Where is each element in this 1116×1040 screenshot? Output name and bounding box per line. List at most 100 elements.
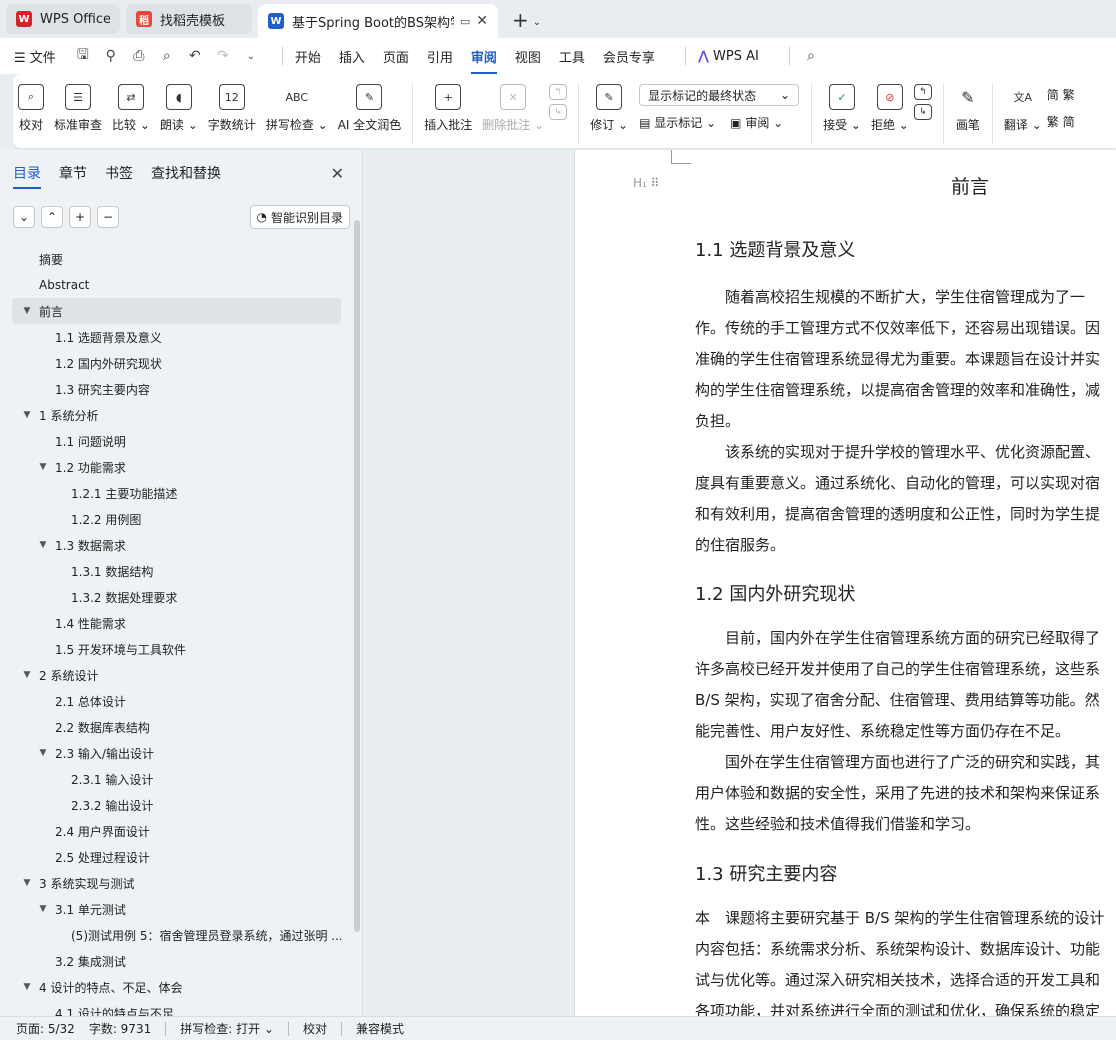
chevron-down-icon[interactable]: ⌄	[242, 47, 260, 65]
toc-item[interactable]: ▼ 4 设计的特点、不足、体会	[12, 974, 341, 1000]
menu-review[interactable]: 审阅	[470, 47, 497, 74]
comment-nav-button[interactable]: ↰ ↳	[549, 84, 568, 126]
remove-icon[interactable]: −	[97, 206, 119, 228]
print-preview-icon[interactable]: ⌕	[158, 47, 176, 65]
pen-button[interactable]: ✎ 画笔	[955, 84, 981, 133]
chevron-down-icon[interactable]: ⌄	[533, 17, 541, 28]
link-icon[interactable]: ⚲	[102, 47, 120, 65]
accept-button[interactable]: ✓ 接受 ⌄	[823, 84, 861, 133]
toc-item[interactable]: 2.2 数据库表结构	[12, 714, 341, 740]
toc-item[interactable]: ▼ 1.3 数据需求	[12, 532, 341, 558]
spell-check-status[interactable]: 拼写检查: 打开 ⌄	[180, 1020, 274, 1037]
toc-item[interactable]: 1.2.2 用例图	[12, 506, 341, 532]
toc-item[interactable]: ▼ 2.3 输入/输出设计	[12, 740, 341, 766]
word-count-button[interactable]: 12 字数统计	[208, 84, 256, 133]
undo-icon[interactable]: ↶	[186, 47, 204, 65]
smart-toc-button[interactable]: ◔ 智能识别目录	[249, 205, 350, 229]
save-icon[interactable]: 🖫	[74, 47, 92, 65]
menu-start[interactable]: 开始	[295, 47, 321, 66]
sidebar-scrollbar[interactable]	[354, 220, 360, 932]
display-state-select[interactable]: 显示标记的最终状态 ⌄	[639, 84, 800, 106]
caret-down-icon[interactable]: ▼	[20, 878, 34, 888]
simplified-traditional-button[interactable]: 简 繁繁 简	[1047, 84, 1075, 130]
tab-document[interactable]: W 基于Spring Boot的BS架构学 ▭ ✕	[258, 4, 498, 38]
tab-wps-office[interactable]: W WPS Office	[6, 4, 120, 34]
toc-item[interactable]: ▼ 前言	[12, 298, 341, 324]
toc-item[interactable]: 1.4 性能需求	[12, 610, 341, 636]
spell-check-button[interactable]: ABC 拼写检查 ⌄	[266, 84, 328, 133]
menu-references[interactable]: 引用	[427, 47, 453, 66]
read-aloud-button[interactable]: ◖ 朗读 ⌄	[160, 84, 198, 133]
print-icon[interactable]: ⎙	[130, 47, 148, 65]
toc-item[interactable]: 1.1 选题背景及意义	[12, 324, 341, 350]
caret-down-icon[interactable]: ▼	[36, 540, 50, 550]
proof-status[interactable]: 校对	[303, 1020, 327, 1037]
tab-find-replace[interactable]: 查找和替换	[151, 163, 221, 183]
standard-review-button[interactable]: ☰ 标准审查	[54, 84, 102, 133]
menu-tools[interactable]: 工具	[559, 47, 585, 66]
toc-item[interactable]: 2.3.1 输入设计	[12, 766, 341, 792]
chevron-up-icon[interactable]: ⌃	[41, 206, 63, 228]
toc-item[interactable]: ▼ 1 系统分析	[12, 402, 341, 428]
drag-handle-icon[interactable]: ⠿	[651, 176, 660, 190]
toc-item[interactable]: 2.4 用户界面设计	[12, 818, 341, 844]
change-nav-button[interactable]: ↰ ↳	[913, 84, 932, 126]
caret-down-icon[interactable]: ▼	[20, 670, 34, 680]
search-icon[interactable]: ⌕	[802, 47, 820, 65]
toc-item[interactable]: 1.2.1 主要功能描述	[12, 480, 341, 506]
translate-button[interactable]: 文A 翻译 ⌄	[1004, 84, 1042, 133]
show-markup-button[interactable]: ▤ 显示标记 ⌄	[639, 114, 716, 131]
heading-level-mark[interactable]: H₁ ⠿	[633, 176, 659, 190]
toc-item[interactable]: 1.3.2 数据处理要求	[12, 584, 341, 610]
insert-comment-button[interactable]: + 插入批注	[424, 84, 472, 133]
toc-item[interactable]: 3.2 集成测试	[12, 948, 341, 974]
toc-item[interactable]: Abstract	[12, 272, 341, 298]
page-indicator[interactable]: 页面: 5/32	[16, 1020, 75, 1037]
toc-item[interactable]: 2.5 处理过程设计	[12, 844, 341, 870]
chevron-down-icon[interactable]: ⌄	[13, 206, 35, 228]
menu-page[interactable]: 页面	[383, 47, 409, 66]
toc-item[interactable]: ▼ 2 系统设计	[12, 662, 341, 688]
word-count[interactable]: 字数: 9731	[89, 1020, 151, 1037]
toc-item[interactable]: 2.3.2 输出设计	[12, 792, 341, 818]
tab-chapters[interactable]: 章节	[59, 163, 87, 183]
new-tab-icon[interactable]: +	[512, 8, 529, 32]
caret-down-icon[interactable]: ▼	[36, 462, 50, 472]
toc-item[interactable]: 摘要	[12, 246, 341, 272]
close-icon[interactable]: ✕	[331, 164, 344, 183]
caret-down-icon[interactable]: ▼	[20, 306, 34, 316]
toc-item[interactable]: 1.2 国内外研究现状	[12, 350, 341, 376]
tab-toc[interactable]: 目录	[13, 163, 41, 189]
revise-button[interactable]: ✎ 修订 ⌄	[590, 84, 628, 133]
review-pane-button[interactable]: ▣ 审阅 ⌄	[730, 114, 783, 131]
toc-item[interactable]: ▼ 3 系统实现与测试	[12, 870, 341, 896]
tab-docer-templates[interactable]: 稻 找稻壳模板	[126, 4, 252, 34]
caret-down-icon[interactable]: ▼	[36, 904, 50, 914]
compare-button[interactable]: ⇄ 比较 ⌄	[112, 84, 150, 133]
toc-item[interactable]: 1.1 问题说明	[12, 428, 341, 454]
toc-item[interactable]: 1.3 研究主要内容	[12, 376, 341, 402]
tab-bookmarks[interactable]: 书签	[105, 163, 133, 183]
toc-item[interactable]: 2.1 总体设计	[12, 688, 341, 714]
close-tab-icon[interactable]: ✕	[476, 13, 488, 29]
caret-down-icon[interactable]: ▼	[20, 982, 34, 992]
redo-icon[interactable]: ↷	[214, 47, 232, 65]
wps-ai-button[interactable]: ⋀ WPS AI	[698, 49, 759, 64]
monitor-icon[interactable]: ▭	[460, 15, 470, 28]
ai-polish-button[interactable]: ✎ AI 全文润色	[338, 84, 401, 133]
proof-button[interactable]: ⌕ 校对	[18, 84, 44, 133]
menu-view[interactable]: 视图	[515, 47, 541, 66]
toc-item[interactable]: (5)测试用例 5：宿舍管理员登录系统，通过张明 ...	[12, 922, 341, 948]
file-menu[interactable]: ☰ 文件	[14, 47, 56, 66]
toc-item[interactable]: ▼ 3.1 单元测试	[12, 896, 341, 922]
menu-insert[interactable]: 插入	[339, 47, 365, 66]
add-icon[interactable]: +	[69, 206, 91, 228]
reject-button[interactable]: ⊘ 拒绝 ⌄	[871, 84, 909, 133]
toc-item[interactable]: ▼ 1.2 功能需求	[12, 454, 341, 480]
document-page[interactable]: H₁ ⠿ 前言 1.1 选题背景及意义 随着高校招生规模的不断扩大，学生住宿管理…	[574, 150, 1116, 1016]
caret-down-icon[interactable]: ▼	[20, 410, 34, 420]
toc-item[interactable]: 1.3.1 数据结构	[12, 558, 341, 584]
menu-member[interactable]: 会员专享	[603, 47, 655, 66]
delete-comment-button[interactable]: ✕ 删除批注 ⌄	[482, 84, 544, 133]
toc-item[interactable]: 1.5 开发环境与工具软件	[12, 636, 341, 662]
